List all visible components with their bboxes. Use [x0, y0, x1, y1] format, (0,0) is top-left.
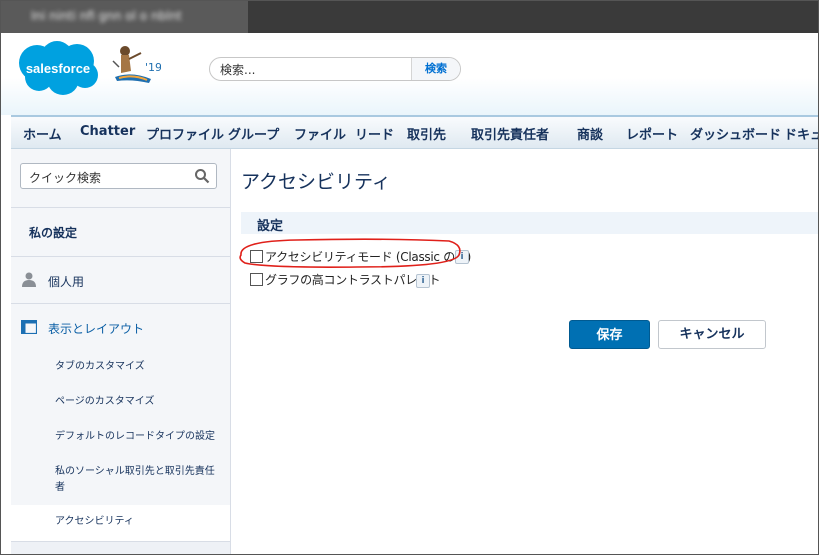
accessibility-mode-label: アクセシビリティモード (Classic のみ) [265, 250, 471, 264]
tab-profile[interactable]: プロファイル [146, 124, 224, 143]
browser-tab-bar: Ini ninti nfi gnn ol o nblnt [1, 1, 818, 33]
tab-accounts[interactable]: 取引先 [407, 124, 446, 143]
sidebar: クイック検索 私の設定 個人用 表示とレイアウト タブのカスタマイズ ページのカ… [11, 149, 231, 554]
global-search-button[interactable]: 検索 [411, 58, 460, 80]
sidebar-item-display-layout[interactable]: 表示とレイアウト [11, 303, 230, 350]
salesforce-logo[interactable]: salesforce [15, 39, 101, 97]
tab-files[interactable]: ファイル [294, 124, 346, 143]
person-icon [22, 272, 36, 287]
sidebar-item-personal-label: 個人用 [48, 275, 85, 289]
cancel-button[interactable]: キャンセル [658, 320, 766, 349]
app-window: Ini ninti nfi gnn ol o nblnt salesforce … [0, 0, 819, 555]
page-title: アクセシビリティ [241, 171, 391, 193]
header: salesforce '19 検索... 検索 [1, 33, 818, 115]
tab-bar: ホーム Chatter プロファイル グループ ファイル リード 取引先 取引先… [11, 115, 818, 149]
search-icon[interactable] [194, 168, 210, 184]
tab-dashboards[interactable]: ダッシュボード [690, 124, 781, 143]
sidebar-subitem-social-accounts[interactable]: 私のソーシャル取引先と取引先責任者 [55, 464, 215, 496]
high-contrast-label: グラフの高コントラストパレット [265, 273, 441, 287]
high-contrast-checkbox[interactable] [250, 273, 263, 286]
info-icon[interactable]: i [416, 274, 430, 288]
sidebar-item-display-layout-label: 表示とレイアウト [48, 322, 145, 336]
tab-contacts[interactable]: 取引先責任者 [471, 124, 549, 143]
browser-tab-title: Ini ninti nfi gnn ol o nblnt [31, 9, 182, 23]
sidebar-subitem-default-record-types[interactable]: デフォルトのレコードタイプの設定 [55, 429, 215, 445]
accessibility-mode-checkbox[interactable] [250, 250, 263, 263]
tab-groups[interactable]: グループ [228, 124, 279, 143]
my-settings-section: 私の設定 [11, 207, 230, 256]
tab-opportunities[interactable]: 商談 [577, 124, 603, 143]
quick-search-input[interactable]: クイック検索 [20, 163, 217, 189]
sidebar-subitem-accessibility[interactable]: アクセシビリティ [55, 514, 215, 530]
tab-reports[interactable]: レポート [626, 124, 678, 143]
tab-home[interactable]: ホーム [23, 124, 62, 143]
release-badge: '19 [145, 61, 161, 74]
quick-search-placeholder: クイック検索 [29, 171, 102, 185]
sidebar-subitem-customize-pages[interactable]: ページのカスタマイズ [55, 394, 215, 410]
sidebar-subitem-customize-tabs[interactable]: タブのカスタマイズ [55, 359, 215, 375]
layout-icon [21, 320, 37, 334]
global-search: 検索... 検索 [209, 57, 461, 81]
logo-text: salesforce [26, 61, 90, 76]
tab-leads[interactable]: リード [355, 124, 394, 143]
settings-section-header: 設定 [241, 212, 818, 234]
settings-heading: 設定 [257, 219, 284, 234]
save-button[interactable]: 保存 [569, 320, 650, 349]
my-settings-heading: 私の設定 [29, 226, 78, 240]
release-mascot-icon: '19 [112, 46, 161, 83]
tab-documents[interactable]: ドキュ [784, 124, 818, 143]
tab-chatter[interactable]: Chatter [80, 124, 135, 139]
browser-tab[interactable]: Ini ninti nfi gnn ol o nblnt [1, 1, 248, 33]
sidebar-item-personal[interactable]: 個人用 [11, 256, 230, 303]
sidebar-footer [11, 541, 230, 554]
global-search-input[interactable]: 検索... [220, 61, 255, 78]
info-icon[interactable]: i [455, 250, 469, 264]
